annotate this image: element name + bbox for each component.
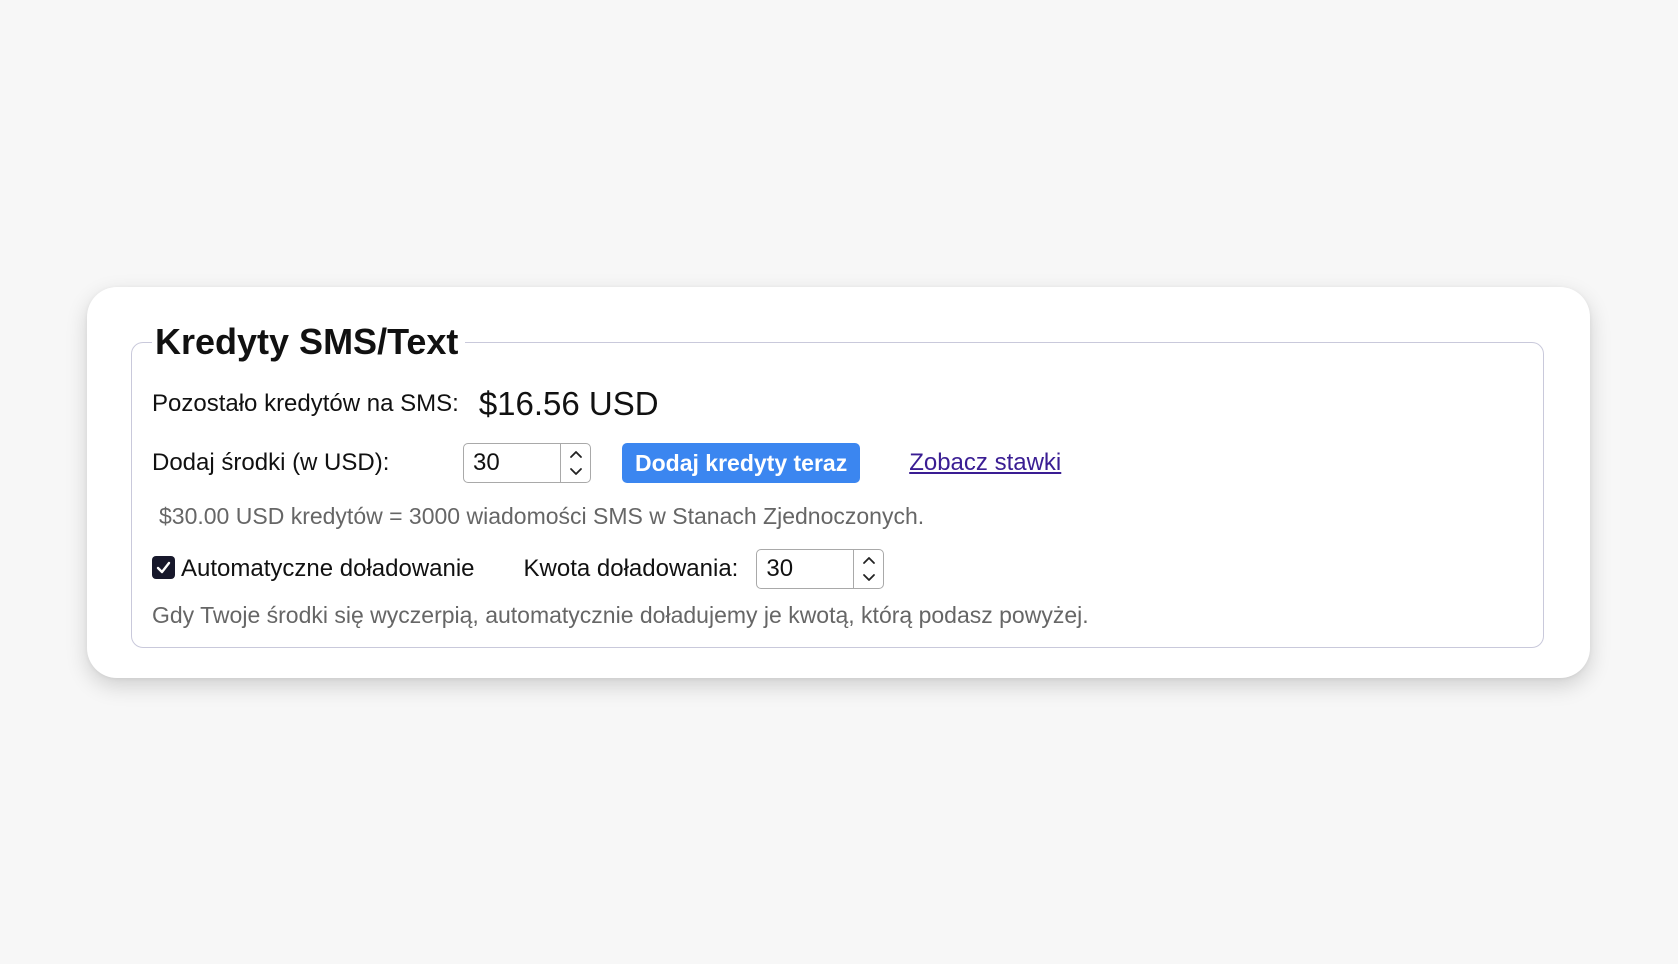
check-icon bbox=[156, 561, 171, 573]
add-funds-amount-input[interactable]: 30 bbox=[463, 443, 591, 483]
reload-amount-label: Kwota doładowania: bbox=[523, 555, 739, 582]
chevron-up-down-icon bbox=[569, 451, 582, 475]
add-funds-label: Dodaj środki (w USD): bbox=[152, 449, 390, 476]
auto-reload-info: Gdy Twoje środki się wyczerpią, automaty… bbox=[152, 601, 1089, 628]
chevron-up-down-icon bbox=[862, 557, 875, 581]
add-funds-amount-value: 30 bbox=[473, 449, 500, 476]
balance-row: Pozostało kredytów na SMS: $16.56 USD bbox=[152, 384, 659, 424]
add-funds-row: Dodaj środki (w USD): 30 Dodaj kredyty t… bbox=[152, 443, 1061, 483]
reload-amount-input[interactable]: 30 bbox=[756, 549, 885, 589]
auto-reload-row: Automatyczne doładowanie Kwota doładowan… bbox=[152, 549, 885, 589]
add-funds-amount-stepper[interactable] bbox=[560, 444, 590, 482]
balance-label: Pozostało kredytów na SMS: bbox=[152, 390, 459, 417]
reload-amount-value: 30 bbox=[766, 555, 794, 582]
auto-reload-info-row: Gdy Twoje środki się wyczerpią, automaty… bbox=[152, 599, 1089, 631]
section-title: Kredyty SMS/Text bbox=[152, 322, 466, 362]
sms-credits-fieldset: Kredyty SMS/Text Pozostało kredytów na S… bbox=[131, 322, 1544, 648]
add-funds-info-row: $30.00 USD kredytów = 3000 wiadomości SM… bbox=[159, 500, 924, 532]
sms-credits-card: Kredyty SMS/Text Pozostało kredytów na S… bbox=[87, 287, 1590, 678]
reload-amount-stepper[interactable] bbox=[853, 550, 883, 588]
balance-value: $16.56 USD bbox=[478, 385, 659, 422]
auto-reload-checkbox[interactable] bbox=[152, 555, 175, 579]
auto-reload-label[interactable]: Automatyczne doładowanie bbox=[181, 555, 475, 583]
add-funds-info: $30.00 USD kredytów = 3000 wiadomości SM… bbox=[159, 502, 925, 529]
view-rates-link[interactable]: Zobacz stawki bbox=[909, 449, 1061, 477]
add-credits-button[interactable]: Dodaj kredyty teraz bbox=[622, 443, 861, 483]
